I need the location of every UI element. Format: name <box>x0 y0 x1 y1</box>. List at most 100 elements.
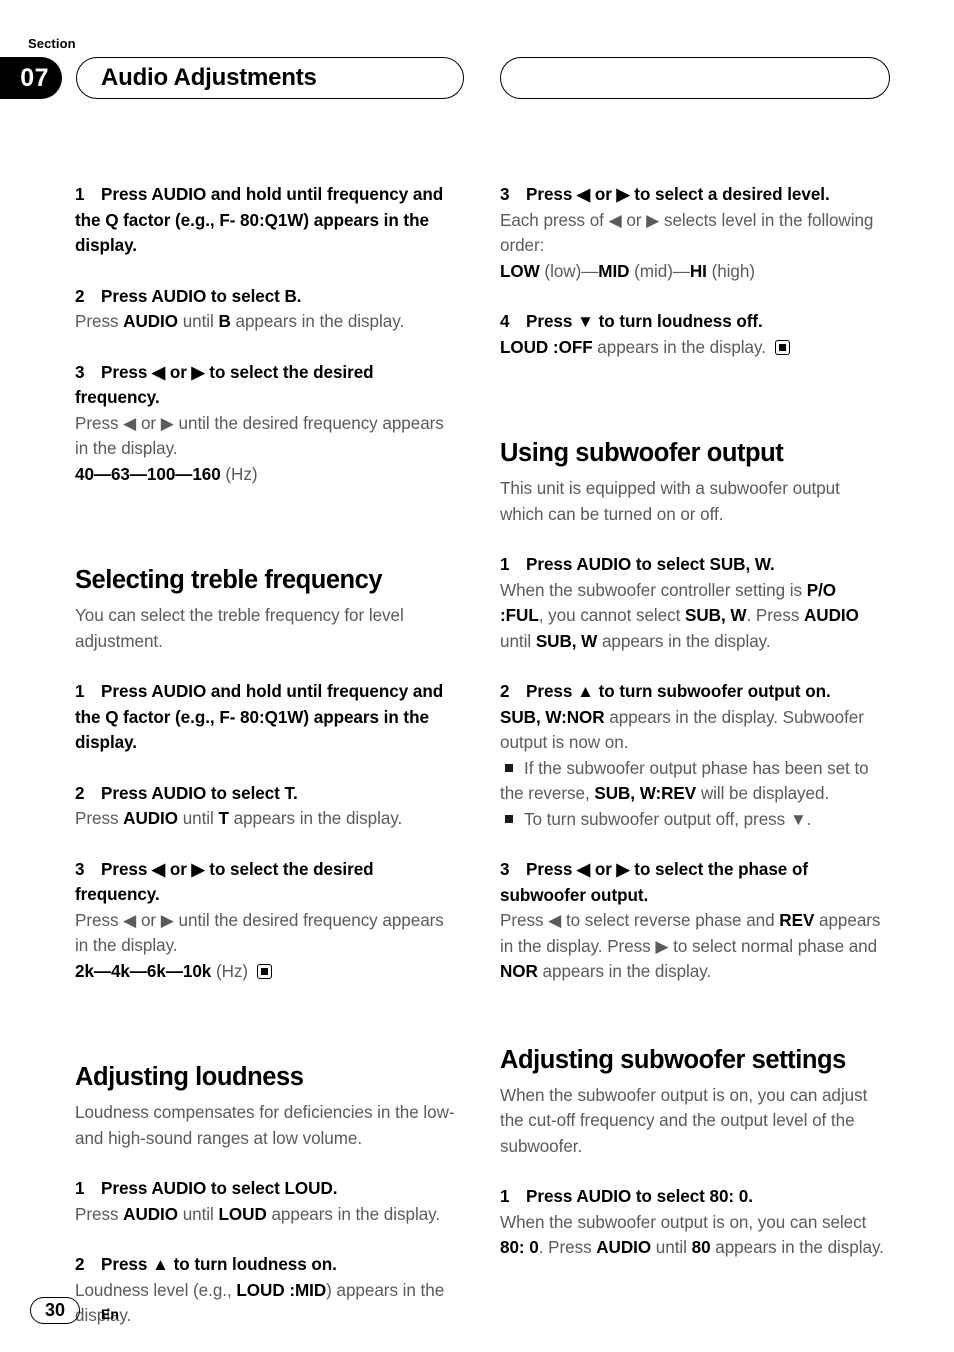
body-text: Press ◀ or ▶ until the desired frequency… <box>75 413 444 459</box>
left-column: 1 Press AUDIO and hold until frequency an… <box>75 182 459 1329</box>
value-list: LOW (low)—MID (mid)—HI (high) <box>500 259 884 285</box>
step-body: When the subwoofer controller setting is… <box>500 578 884 655</box>
emphasis-text: AUDIO <box>804 606 859 625</box>
emphasis-text: Press ▼ to turn loudness off. <box>526 312 763 331</box>
step-number: 4 <box>500 312 510 331</box>
step-body: Each press of ◀ or ▶ selects level in th… <box>500 208 884 259</box>
step-body: When the subwoofer output is on, you can… <box>500 1210 884 1261</box>
section-heading: Using subwoofer output <box>500 439 784 467</box>
step-heading: 3 Press ◀ or ▶ to select the desired freq… <box>75 360 459 411</box>
step-number: 2 <box>75 783 85 803</box>
step-heading: 3 Press ◀ or ▶ to select the phase of sub… <box>500 857 884 908</box>
body-text: appears in the display. <box>537 962 712 981</box>
section-number-badge: 07 <box>0 57 62 99</box>
step-number: 3 <box>500 185 510 204</box>
step-heading: 1 Press AUDIO and hold until frequency an… <box>75 182 459 259</box>
step-heading: 3 Press ◀ or ▶ to select the desired freq… <box>75 857 459 908</box>
section-lead: You can select the treble frequency for … <box>75 606 404 651</box>
emphasis-text: LOUD :MID <box>236 1280 327 1300</box>
step-body: Press ◀ to select reverse phase and REV … <box>500 908 884 985</box>
emphasis-text: HI <box>689 261 707 281</box>
section-label: Section <box>28 36 76 51</box>
body-text: until <box>178 809 219 828</box>
emphasis-text: Press ◀ or ▶ to select a desired level. <box>526 185 830 204</box>
body-text: (mid)— <box>629 261 690 281</box>
body-text: . Press <box>746 606 805 625</box>
emphasis-text: SUB, W <box>535 631 598 651</box>
value-list: 2k—4k—6k—10k (Hz) <box>75 959 459 985</box>
section-heading: Selecting treble frequency <box>75 566 383 594</box>
step-number: 3 <box>75 859 85 879</box>
emphasis-text: AUDIO <box>123 312 178 331</box>
step-body: Press AUDIO until T appears in the displ… <box>75 806 459 832</box>
step-body: Loudness level (e.g., LOUD :MID) appears… <box>75 1278 459 1329</box>
end-of-section-icon <box>774 339 790 355</box>
step-heading: 4 Press ▼ to turn loudness off. <box>500 309 884 335</box>
emphasis-text: AUDIO <box>596 1238 652 1257</box>
emphasis-text: 80: 0 <box>500 1238 539 1257</box>
page-footer: 30 En <box>30 1297 119 1324</box>
body-text: Press ◀ to select reverse phase and <box>500 911 780 930</box>
step-body: LOUD :OFF appears in the display. <box>500 335 884 361</box>
emphasis-text: REV <box>779 911 815 930</box>
emphasis-text: Press ◀ or ▶ to select the desired frequ… <box>75 362 374 408</box>
body-text: Press <box>75 809 124 828</box>
emphasis-text: NOR <box>500 962 538 981</box>
step-heading: 2 Press ▲ to turn loudness on. <box>75 1252 459 1278</box>
body-text: Press <box>75 1204 124 1224</box>
emphasis-text: B <box>218 312 231 331</box>
emphasis-text: 40—63—100—160 <box>75 464 221 484</box>
body-text: will be displayed. <box>696 784 830 803</box>
step-body: Press AUDIO until B appears in the displ… <box>75 309 459 335</box>
body-text: (high) <box>706 261 755 281</box>
step-number: 1 <box>75 682 85 701</box>
body-text: appears in the display. <box>230 312 405 331</box>
body-text: . Press <box>538 1238 597 1257</box>
body-text: (Hz) <box>220 464 258 484</box>
body-text: Each press of ◀ or ▶ selects level in th… <box>500 210 874 256</box>
body-text: , you cannot select <box>538 606 686 625</box>
section-title-pill: Audio Adjustments <box>76 57 464 99</box>
page-title: Audio Adjustments <box>101 64 317 91</box>
emphasis-text: Press AUDIO and hold until frequency and… <box>75 185 444 255</box>
section-heading: Adjusting subwoofer settings <box>500 1045 846 1074</box>
step-heading: 2 Press AUDIO to select T. <box>75 781 459 807</box>
emphasis-text: Press AUDIO and hold until frequency and… <box>75 682 444 752</box>
body-text: (Hz) <box>211 961 253 981</box>
emphasis-text: MID <box>598 261 630 281</box>
square-bullet-icon <box>505 763 513 772</box>
square-bullet-icon <box>505 814 513 823</box>
emphasis-text: SUB, W:REV <box>594 784 697 803</box>
emphasis-text: Press AUDIO to select 80: 0. <box>526 1187 753 1206</box>
step-heading: 1 Press AUDIO to select 80: 0. <box>500 1184 884 1210</box>
emphasis-text: SUB, W:NOR <box>500 707 605 727</box>
language-code: En <box>101 1305 119 1322</box>
step-number: 1 <box>75 185 85 204</box>
section-lead: Loudness compensates for deficiencies in… <box>75 1103 455 1148</box>
emphasis-text: AUDIO <box>123 1204 178 1224</box>
page-number: 30 <box>30 1297 80 1324</box>
step-number: 2 <box>500 682 510 701</box>
emphasis-text: Press ▲ to turn subwoofer output on. <box>526 682 831 701</box>
step-number: 2 <box>75 286 85 306</box>
body-text: appears in the display. <box>710 1238 884 1257</box>
value-list: 40—63—100—160 (Hz) <box>75 462 459 488</box>
step-heading: 2 Press AUDIO to select B. <box>75 284 459 310</box>
emphasis-text: LOUD <box>218 1204 267 1224</box>
section-lead: When the subwoofer output is on, you can… <box>500 1085 868 1156</box>
emphasis-text: Press AUDIO to select SUB, W. <box>526 555 775 574</box>
body-text: When the subwoofer output is on, you can… <box>500 1212 867 1232</box>
emphasis-text: Press AUDIO to select T. <box>101 783 298 803</box>
